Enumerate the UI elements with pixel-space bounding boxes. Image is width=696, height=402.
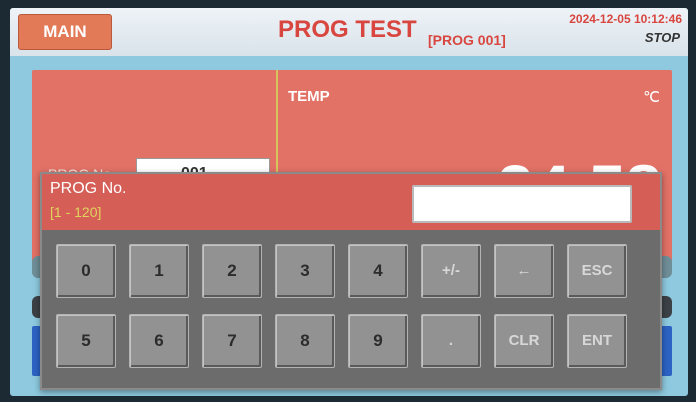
- key-sign-toggle[interactable]: +/-: [421, 244, 481, 298]
- key-1[interactable]: 1: [129, 244, 189, 298]
- key-0[interactable]: 0: [56, 244, 116, 298]
- temp-unit: ℃: [643, 89, 660, 106]
- datetime-display: 2024-12-05 10:12:46: [569, 12, 682, 26]
- key-enter[interactable]: ENT: [567, 314, 627, 368]
- key-esc[interactable]: ESC: [567, 244, 627, 298]
- key-8[interactable]: 8: [275, 314, 335, 368]
- key-backspace[interactable]: ←: [494, 244, 554, 298]
- key-clear[interactable]: CLR: [494, 314, 554, 368]
- temp-label: TEMP: [288, 88, 330, 105]
- program-subtitle: [PROG 001]: [428, 32, 506, 48]
- numeric-keypad-dialog: PROG No. [1 - 120] 0 1 2 3 4 +/- ← ESC 5…: [40, 172, 662, 390]
- top-bar: MAIN PROG TEST [PROG 001] 2024-12-05 10:…: [10, 8, 688, 56]
- key-2[interactable]: 2: [202, 244, 262, 298]
- keypad-input[interactable]: [412, 185, 632, 223]
- dialog-range: [1 - 120]: [50, 204, 102, 220]
- dialog-header: PROG No. [1 - 120]: [42, 174, 660, 230]
- key-7[interactable]: 7: [202, 314, 262, 368]
- main-button[interactable]: MAIN: [18, 14, 112, 50]
- run-status: STOP: [644, 30, 680, 45]
- key-5[interactable]: 5: [56, 314, 116, 368]
- key-6[interactable]: 6: [129, 314, 189, 368]
- dialog-title: PROG No.: [50, 180, 127, 197]
- page-title: PROG TEST: [278, 16, 417, 43]
- key-4[interactable]: 4: [348, 244, 408, 298]
- key-3[interactable]: 3: [275, 244, 335, 298]
- key-9[interactable]: 9: [348, 314, 408, 368]
- key-decimal[interactable]: .: [421, 314, 481, 368]
